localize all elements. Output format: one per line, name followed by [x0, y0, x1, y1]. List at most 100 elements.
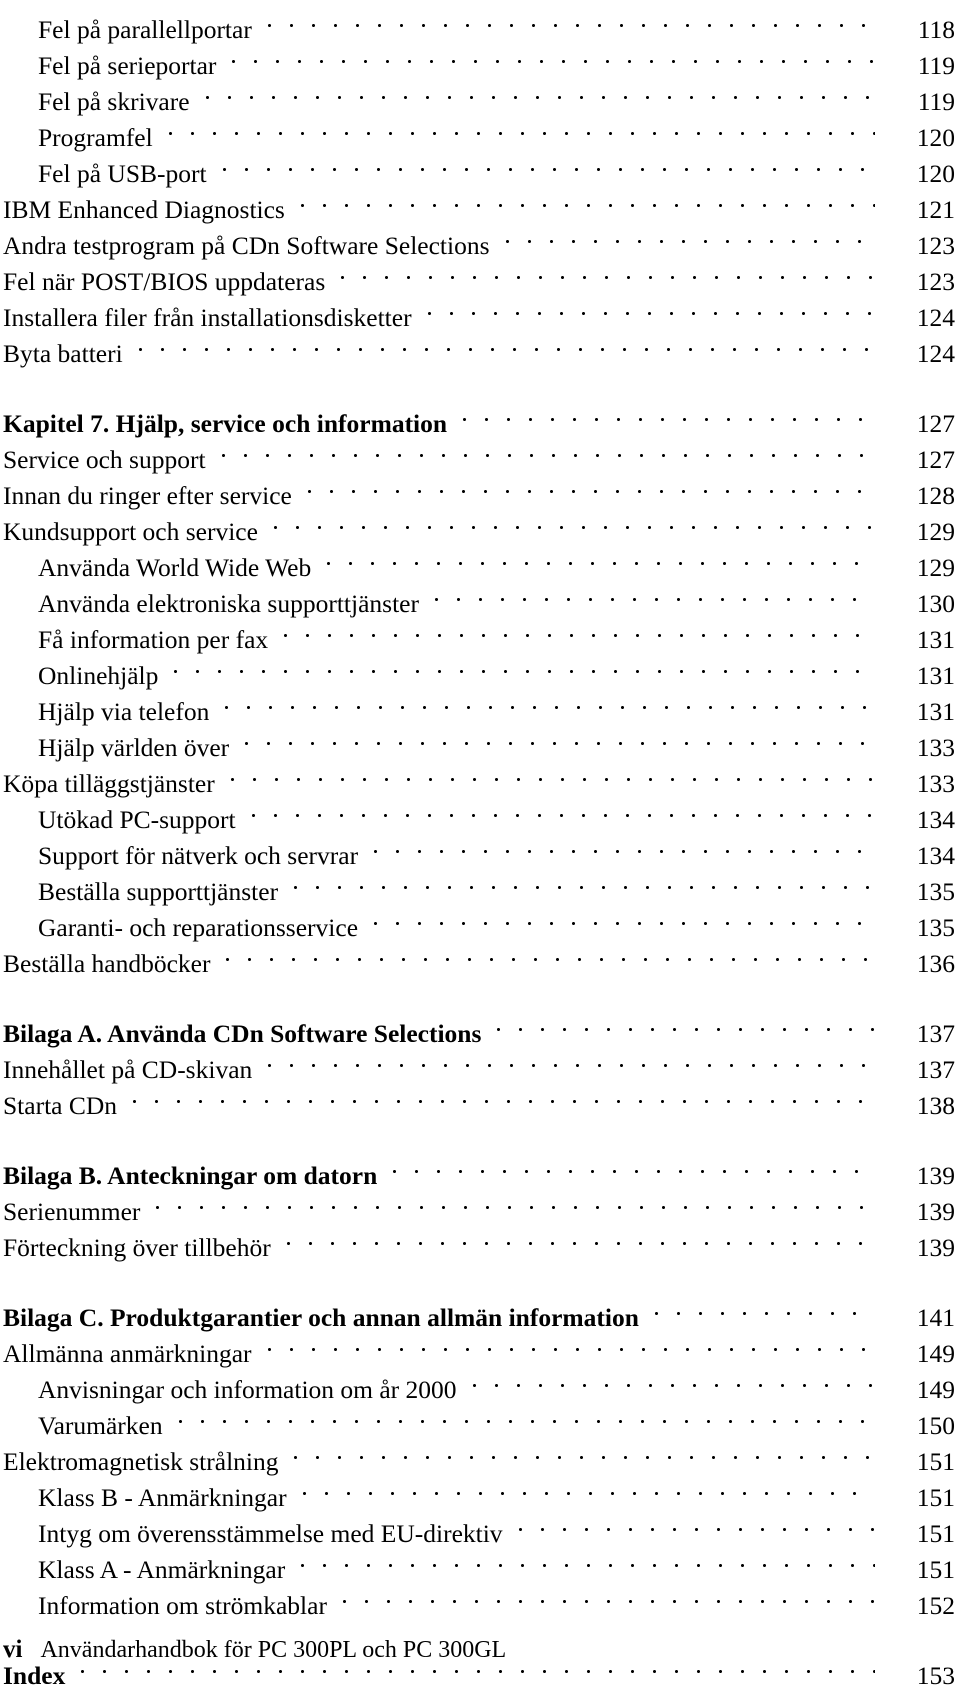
- dot-leader: [226, 936, 875, 972]
- dot-leader: [307, 468, 875, 504]
- toc-entry-page-number: 141: [916, 1303, 955, 1332]
- toc-entry-page-number: 121: [916, 195, 955, 224]
- dot-leader: [156, 1184, 875, 1220]
- toc-entry-page-number: 150: [916, 1411, 955, 1440]
- toc-entry-page-number: 137: [916, 1055, 955, 1084]
- toc-entry-page-number: 135: [916, 913, 955, 942]
- toc-entry-page-number: 127: [916, 445, 955, 474]
- toc-entry-title: Onlinehjälp: [38, 661, 159, 690]
- toc-entry-page-number: 137: [916, 1019, 955, 1048]
- dot-leader: [300, 182, 875, 218]
- page-footer: vi Användarhandbok för PC 300PL och PC 30…: [3, 1636, 933, 1664]
- toc-entry-title: Klass A - Anmärkningar: [38, 1555, 286, 1584]
- dot-leader: [267, 2, 875, 38]
- dot-leader: [327, 540, 875, 576]
- table-of-contents: Fel på parallellportar 118 Fel på seriepor…: [0, 2, 960, 1690]
- toc-entry-title: Elektromagnetisk strålning: [3, 1447, 279, 1476]
- dot-leader: [294, 864, 875, 900]
- toc-entry-page-number: 131: [916, 661, 955, 690]
- toc-entry[interactable]: Bilaga C. Produktgarantier och annan all…: [0, 1290, 960, 1332]
- dot-leader: [374, 900, 875, 936]
- dot-leader: [251, 792, 875, 828]
- dot-leader: [168, 110, 875, 146]
- toc-entry-title: Beställa handböcker: [3, 949, 211, 978]
- toc-entry-page-number: 123: [916, 267, 955, 296]
- toc-entry-page-number: 130: [916, 589, 955, 618]
- toc-entry-page-number: 151: [916, 1555, 955, 1584]
- toc-entry-page-number: 151: [916, 1483, 955, 1512]
- dot-leader: [472, 1362, 875, 1398]
- dot-leader: [225, 684, 875, 720]
- toc-entry[interactable]: Kapitel 7. Hjälp, service och informatio…: [0, 396, 960, 438]
- toc-entry[interactable]: Starta CDn 138: [0, 1078, 960, 1120]
- toc-entry-page-number: 139: [916, 1197, 955, 1226]
- dot-leader: [245, 720, 875, 756]
- toc-entry-page-number: 127: [916, 409, 955, 438]
- document-page: Fel på parallellportar 118 Fel på seriepor…: [0, 0, 960, 1690]
- toc-entry-title: Hjälp världen över: [38, 733, 230, 762]
- toc-entry-title: IBM Enhanced Diagnostics: [3, 195, 285, 224]
- toc-entry-page-number: 136: [916, 949, 955, 978]
- toc-entry-title: Fel när POST/BIOS uppdateras: [3, 267, 326, 296]
- toc-entry-title: Service och support: [3, 445, 206, 474]
- toc-entry-page-number: 129: [916, 517, 955, 546]
- dot-leader: [268, 1042, 875, 1078]
- page-folio: vi: [3, 1636, 23, 1663]
- toc-entry-title: Starta CDn: [3, 1091, 118, 1120]
- dot-leader: [205, 74, 875, 110]
- toc-entry-page-number: 134: [916, 841, 955, 870]
- dot-leader: [273, 504, 875, 540]
- toc-entry-page-number: 149: [916, 1339, 955, 1368]
- dot-leader: [267, 1326, 875, 1362]
- toc-entry-page-number: 131: [916, 625, 955, 654]
- toc-entry[interactable]: Byta batteri 124: [0, 326, 960, 368]
- toc-entry-title: Information om strömkablar: [38, 1591, 327, 1620]
- toc-entry-title: Förteckning över tillbehör: [3, 1233, 271, 1262]
- toc-entry-title: Fel på USB-port: [38, 159, 207, 188]
- toc-entry[interactable]: Bilaga A. Använda CDn Software Selection…: [0, 1006, 960, 1048]
- dot-leader: [505, 218, 875, 254]
- toc-entry-page-number: 135: [916, 877, 955, 906]
- toc-entry-page-number: 151: [916, 1447, 955, 1476]
- toc-entry-page-number: 131: [916, 697, 955, 726]
- toc-entry-page-number: 134: [916, 805, 955, 834]
- toc-entry[interactable]: Fel på parallellportar 118: [0, 2, 960, 44]
- toc-entry-page-number: 118: [917, 15, 955, 44]
- toc-entry-page-number: 133: [916, 769, 955, 798]
- toc-entry-page-number: 119: [917, 87, 955, 116]
- dot-leader: [294, 1434, 875, 1470]
- toc-entry-page-number: 123: [916, 231, 955, 260]
- dot-leader: [222, 146, 875, 182]
- toc-entry-title: Kundsupport och service: [3, 517, 258, 546]
- toc-entry-title: Innan du ringer efter service: [3, 481, 292, 510]
- dot-leader: [434, 576, 875, 612]
- toc-entry-title: Fel på serieportar: [38, 51, 217, 80]
- toc-entry-page-number: 119: [917, 51, 955, 80]
- toc-entry-page-number: 120: [916, 123, 955, 152]
- toc-entry-title: Fel på parallellportar: [38, 15, 252, 44]
- footer-book-title: Användarhandbok för PC 300PL och PC 300G…: [40, 1637, 507, 1663]
- dot-leader: [654, 1290, 875, 1326]
- toc-entry-page-number: 139: [916, 1233, 955, 1262]
- dot-leader: [463, 396, 875, 432]
- dot-leader: [221, 432, 875, 468]
- dot-leader: [341, 254, 875, 290]
- dot-leader: [230, 756, 875, 792]
- dot-leader: [284, 612, 875, 648]
- toc-entry-title: Beställa supporttjänster: [38, 877, 279, 906]
- dot-leader: [232, 38, 875, 74]
- toc-entry[interactable]: Bilaga B. Anteckningar om datorn 139: [0, 1148, 960, 1190]
- toc-entry-page-number: 152: [916, 1591, 955, 1620]
- dot-leader: [374, 828, 875, 864]
- toc-entry-title: Byta batteri: [3, 339, 123, 368]
- toc-entry-page-number: 129: [916, 553, 955, 582]
- dot-leader: [301, 1542, 875, 1578]
- toc-entry-title: Allmänna anmärkningar: [3, 1339, 252, 1368]
- dot-leader: [138, 326, 875, 362]
- toc-entry-page-number: 124: [916, 303, 955, 332]
- dot-leader: [302, 1470, 875, 1506]
- toc-entry-page-number: 120: [916, 159, 955, 188]
- dot-leader: [174, 648, 875, 684]
- toc-entry-title: Klass B - Anmärkningar: [38, 1483, 287, 1512]
- dot-leader: [286, 1220, 875, 1256]
